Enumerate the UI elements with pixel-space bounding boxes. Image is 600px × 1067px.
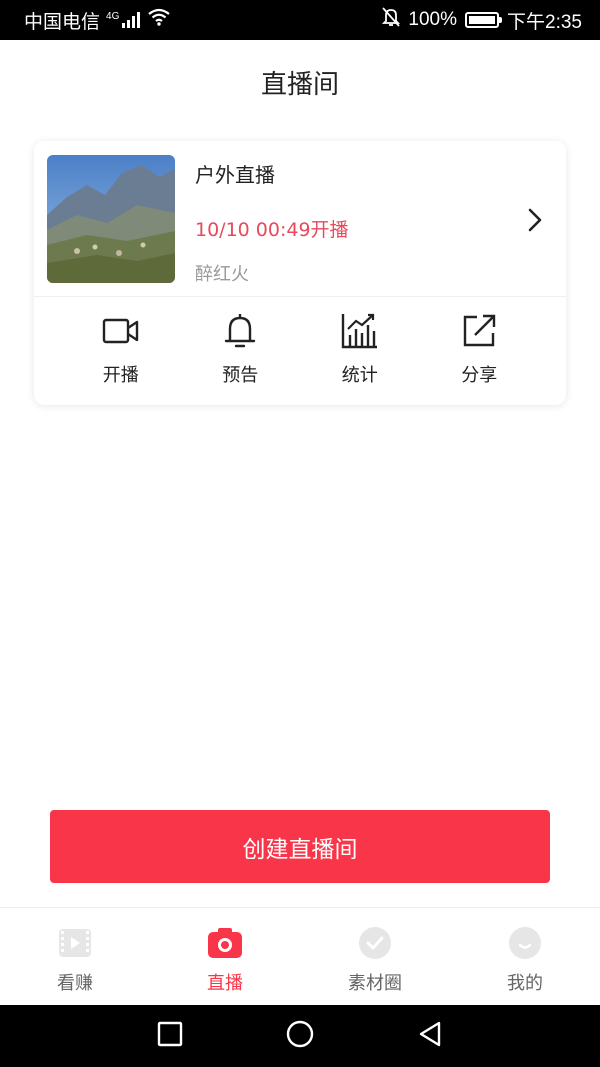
bottom-tab-bar: 看赚 直播 素材圈 我的 <box>0 907 600 1005</box>
network-type: 4G <box>106 11 120 22</box>
room-info-row[interactable]: 户外直播 10/10 00:49开播 醉红火 <box>34 141 566 296</box>
room-cover-image <box>47 155 175 283</box>
mute-bell-icon <box>382 7 401 33</box>
wifi-icon <box>148 8 171 32</box>
system-nav-bar <box>0 1005 600 1067</box>
live-room-card: 户外直播 10/10 00:49开播 醉红火 开播 预告 统计 分享 <box>34 141 566 405</box>
preview-notice-button[interactable]: 预告 <box>181 311 301 391</box>
status-time: 下午2:35 <box>507 11 582 33</box>
bell-icon <box>220 311 260 355</box>
room-actions: 开播 预告 统计 分享 <box>61 311 539 391</box>
share-icon <box>459 311 499 355</box>
smile-icon <box>507 925 543 961</box>
battery-icon <box>465 12 503 28</box>
tab-material-circle-label: 素材圈 <box>348 973 402 994</box>
back-triangle-icon[interactable] <box>415 1019 445 1053</box>
play-film-icon <box>57 925 93 961</box>
recents-square-icon[interactable] <box>155 1019 185 1053</box>
statistics-button[interactable]: 统计 <box>300 311 420 391</box>
room-name: 户外直播 <box>195 163 275 187</box>
carrier-label: 中国电信 <box>24 11 101 33</box>
page-header: 直播间 <box>0 40 600 124</box>
check-bubble-icon <box>357 925 393 961</box>
tab-material-circle[interactable]: 素材圈 <box>300 908 450 1005</box>
camera-icon <box>207 925 243 961</box>
card-divider <box>34 296 566 297</box>
statistics-label: 统计 <box>341 365 378 386</box>
room-schedule-time: 10/10 00:49开播 <box>195 219 349 241</box>
share-button[interactable]: 分享 <box>420 311 540 391</box>
battery-percent: 100% <box>408 9 458 30</box>
room-host-name: 醉红火 <box>195 264 249 285</box>
status-left: 中国电信 4G <box>24 7 171 34</box>
preview-notice-label: 预告 <box>222 365 259 386</box>
tab-live-label: 直播 <box>207 973 243 994</box>
share-label: 分享 <box>461 365 498 386</box>
status-right: 100% 下午2:35 <box>382 7 582 34</box>
tab-mine[interactable]: 我的 <box>450 908 600 1005</box>
chevron-right-icon[interactable] <box>522 205 546 235</box>
start-live-label: 开播 <box>102 365 139 386</box>
status-bar: 中国电信 4G 100% 下午2:35 <box>0 0 600 40</box>
video-camera-icon <box>101 311 141 355</box>
tab-watch-earn-label: 看赚 <box>57 973 93 994</box>
tab-mine-label: 我的 <box>507 973 543 994</box>
create-live-room-button[interactable]: 创建直播间 <box>50 810 550 883</box>
tab-live[interactable]: 直播 <box>150 908 300 1005</box>
page-title: 直播间 <box>260 69 339 100</box>
tab-watch-earn[interactable]: 看赚 <box>0 908 150 1005</box>
signal-icon: 4G <box>106 12 142 28</box>
home-circle-icon[interactable] <box>285 1019 315 1053</box>
start-live-button[interactable]: 开播 <box>61 311 181 391</box>
bar-chart-icon <box>340 311 380 355</box>
